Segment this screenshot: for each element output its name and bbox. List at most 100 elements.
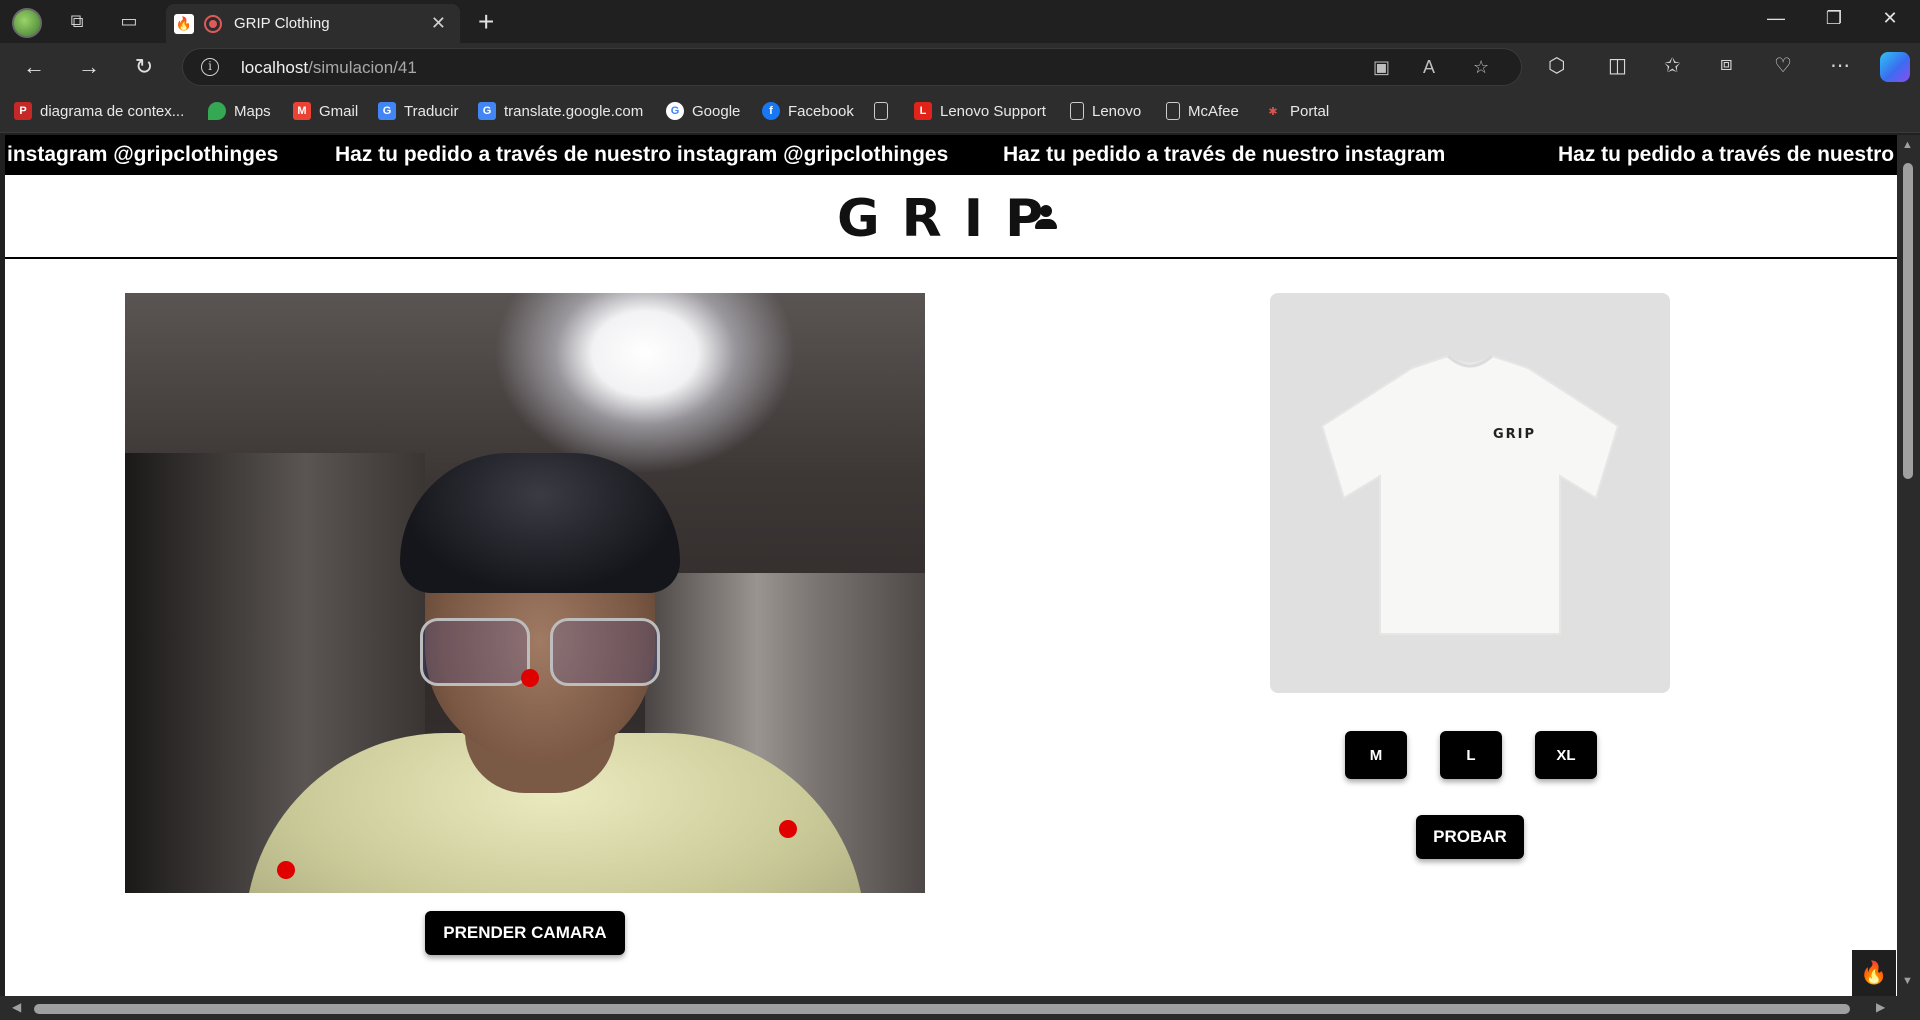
translate-icon: G — [378, 102, 396, 120]
bookmark-facebook[interactable]: f Facebook — [762, 102, 854, 120]
tshirt-illustration — [1320, 354, 1620, 635]
scroll-up-icon[interactable]: ▲ — [1902, 139, 1913, 151]
site-info-icon[interactable]: i — [201, 58, 219, 76]
bookmark-gmail[interactable]: M Gmail — [293, 102, 358, 120]
product-image: GRIP — [1270, 293, 1670, 693]
bookmark-label: Google — [692, 102, 741, 120]
bookmark-label: Facebook — [788, 102, 854, 120]
tab-favicon-icon: 🔥 — [174, 13, 194, 34]
collections-icon[interactable]: ⧈ — [1720, 53, 1733, 76]
bookmark-label: Lenovo Support — [940, 102, 1046, 120]
bookmark-google[interactable]: G Google — [666, 102, 740, 120]
forward-button[interactable]: → — [75, 53, 103, 81]
split-screen-icon[interactable]: ◫ — [1608, 53, 1627, 78]
minimize-button[interactable]: — — [1756, 8, 1796, 29]
reload-button[interactable]: ↻ — [130, 53, 158, 81]
size-xl-button[interactable]: XL — [1535, 731, 1597, 779]
turn-on-camera-button[interactable]: PRENDER CAMARA — [425, 911, 625, 955]
scroll-down-icon[interactable]: ▼ — [1902, 975, 1913, 987]
google-icon: G — [666, 102, 684, 120]
lenovo-icon: L — [914, 102, 932, 120]
camera-feed — [125, 293, 925, 893]
bookmark-translate-google[interactable]: Gtranslate.google.com — [478, 102, 643, 120]
favorite-star-icon[interactable]: ☆ — [1473, 57, 1489, 78]
profile-avatar[interactable] — [12, 8, 42, 38]
page-viewport: instagram @gripclothinges Haz tu pedido … — [5, 135, 1897, 996]
bookmark-maps[interactable]: Maps — [208, 102, 271, 120]
marquee-text: instagram @gripclothinges — [7, 143, 279, 166]
portal-icon: ✱ — [1268, 105, 1278, 118]
extensions-icon[interactable]: ⬡ — [1548, 53, 1565, 78]
gmail-icon: M — [293, 102, 311, 120]
pose-point-right-shoulder — [277, 861, 295, 879]
recording-icon — [204, 14, 222, 33]
favorites-icon[interactable]: ✩ — [1664, 53, 1681, 78]
flame-app-icon[interactable]: 🔥 — [1852, 950, 1896, 996]
bookmark-portal[interactable]: ✱ Portal — [1264, 102, 1329, 120]
maps-pin-icon — [208, 102, 226, 120]
camera-in-use-icon[interactable]: ▣ — [1373, 57, 1390, 78]
browser-titlebar: ⧉ ▭ 🔥 GRIP Clothing ✕ + — ❐ ✕ — [0, 0, 1920, 43]
url-host: localhost — [241, 58, 309, 77]
scroll-right-icon[interactable]: ▶ — [1876, 1000, 1885, 1014]
bookmark-label: diagrama de contex... — [40, 102, 185, 120]
address-bar[interactable]: i localhost/simulacion/41 ▣ A ☆ — [182, 48, 1522, 86]
vertical-scroll-thumb[interactable] — [1903, 163, 1913, 479]
more-options-icon[interactable]: ⋯ — [1830, 53, 1850, 78]
pose-point-nose — [521, 669, 539, 687]
bookmark-traducir[interactable]: G Traducir — [378, 102, 458, 120]
tab-grip-clothing[interactable]: 🔥 GRIP Clothing ✕ — [166, 4, 460, 43]
bookmark-label: Portal — [1290, 102, 1330, 120]
bookmarks-bar: Pdiagrama de contex... Maps M Gmail G Trad… — [0, 91, 1920, 133]
bookmark-label: Traducir — [404, 102, 459, 120]
vertical-scrollbar[interactable]: ▲ ▼ — [1897, 135, 1920, 996]
promo-marquee: instagram @gripclothinges Haz tu pedido … — [5, 135, 1897, 175]
horizontal-scrollbar[interactable]: ◀ ▶ — [0, 996, 1920, 1020]
read-aloud-icon[interactable]: A — [1423, 57, 1435, 78]
camera-person-glasses — [415, 618, 665, 688]
bookmark-diagrama[interactable]: Pdiagrama de contex... — [14, 102, 184, 120]
restore-button[interactable]: ❐ — [1814, 8, 1854, 29]
close-window-button[interactable]: ✕ — [1870, 8, 1910, 29]
bookmark-label: translate.google.com — [504, 102, 644, 120]
camera-person-hair — [400, 453, 680, 593]
copilot-icon[interactable] — [1880, 52, 1910, 82]
page-icon — [1166, 102, 1180, 120]
back-button[interactable]: ← — [20, 53, 48, 81]
facebook-icon: f — [762, 102, 780, 120]
bookmark-label: Gmail — [319, 102, 359, 120]
bookmark-label: Maps — [234, 102, 271, 120]
size-l-button[interactable]: L — [1440, 731, 1502, 779]
marquee-text: Haz tu pedido a través de nuestro instag… — [335, 143, 949, 166]
bookmark-lenovo-support[interactable]: L Lenovo Support — [914, 102, 1046, 120]
browser-essentials-icon[interactable]: ♡ — [1774, 53, 1792, 78]
horizontal-scroll-thumb[interactable] — [34, 1004, 1850, 1014]
new-tab-button[interactable]: + — [478, 6, 494, 38]
page-icon — [874, 102, 888, 120]
browser-navbar: ← → ↻ i localhost/simulacion/41 ▣ A ☆ ⬡ … — [0, 43, 1920, 91]
tab-title: GRIP Clothing — [234, 15, 330, 32]
bookmark-label: Lenovo — [1092, 102, 1142, 120]
site-header: GRIP — [5, 175, 1897, 259]
pose-point-left-shoulder — [779, 820, 797, 838]
workspaces-icon[interactable]: ⧉ — [64, 8, 90, 34]
tab-close-icon[interactable]: ✕ — [431, 13, 446, 34]
bookmark-label: McAfee — [1188, 102, 1239, 120]
bookmark-mcafee[interactable]: McAfee — [1166, 102, 1239, 120]
pdf-icon: P — [14, 102, 32, 120]
marquee-text: Haz tu pedido a través de nuestro — [1558, 143, 1895, 166]
page-icon — [1070, 102, 1084, 120]
marquee-text: Haz tu pedido a través de nuestro instag… — [1003, 143, 1446, 166]
bookmark-lenovo[interactable]: Lenovo — [1070, 102, 1141, 120]
url-text[interactable]: localhost/simulacion/41 — [241, 58, 417, 78]
size-m-button[interactable]: M — [1345, 731, 1407, 779]
vertical-tabs-icon[interactable]: ▭ — [116, 8, 142, 34]
try-on-button[interactable]: PROBAR — [1416, 815, 1524, 859]
translate-icon: G — [478, 102, 496, 120]
user-account-icon[interactable] — [1033, 205, 1059, 231]
bookmark-page[interactable] — [874, 102, 896, 120]
scroll-left-icon[interactable]: ◀ — [12, 1000, 21, 1014]
site-logo[interactable]: GRIP — [837, 189, 1065, 249]
url-path: /simulacion/41 — [308, 58, 417, 77]
shirt-brand-print: GRIP — [1493, 427, 1537, 442]
